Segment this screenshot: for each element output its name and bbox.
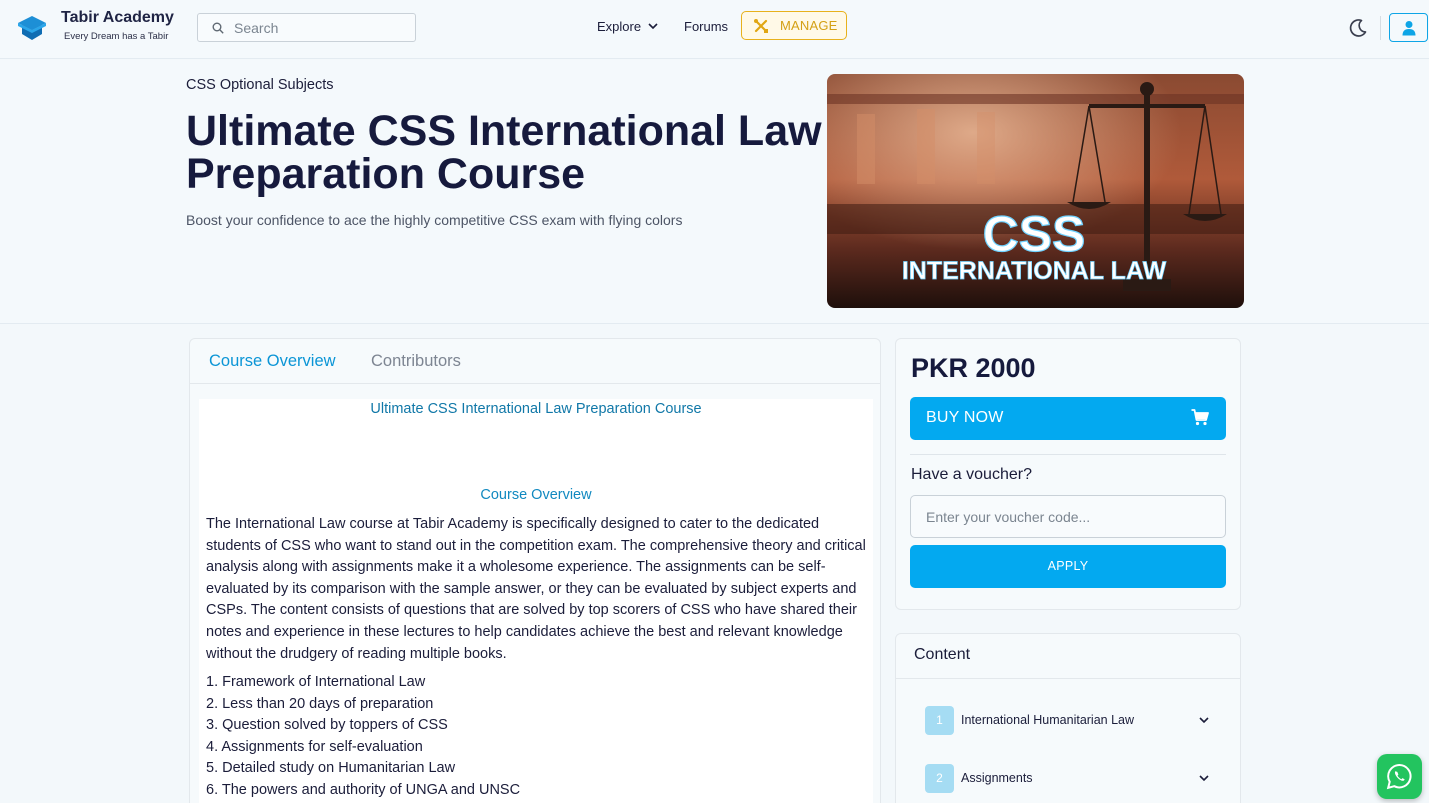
description-section-heading: Course Overview bbox=[480, 487, 592, 503]
purchase-card: PKR 2000 BUY NOW Have a voucher? APPLY bbox=[895, 338, 1241, 610]
banner-text-subject: INTERNATIONAL LAW bbox=[902, 257, 1167, 285]
apply-voucher-button[interactable]: APPLY bbox=[910, 545, 1226, 588]
chevron-down-icon[interactable] bbox=[648, 22, 658, 30]
module-title: International Humanitarian Law bbox=[961, 713, 1135, 727]
chevron-down-icon[interactable] bbox=[1199, 717, 1209, 724]
voucher-code-field[interactable] bbox=[910, 495, 1226, 538]
tab-course-overview[interactable]: Course Overview bbox=[209, 352, 336, 371]
search-box[interactable] bbox=[197, 13, 416, 42]
content-heading: Content bbox=[914, 646, 971, 663]
top-navbar: Tabir Academy Every Dream has a Tabir Ex… bbox=[0, 0, 1429, 59]
course-details-panel: Course Overview Contributors Ultimate CS… bbox=[189, 338, 881, 803]
module-title: Assignments bbox=[961, 771, 1033, 785]
voucher-question: Have a voucher? bbox=[911, 466, 1032, 483]
user-menu-button[interactable] bbox=[1389, 13, 1428, 42]
list-item: 6. The powers and authority of UNGA and … bbox=[206, 781, 521, 798]
tab-contributors[interactable]: Contributors bbox=[371, 352, 461, 371]
cart-icon bbox=[1191, 409, 1209, 426]
manage-label: MANAGE bbox=[780, 18, 838, 33]
module-number-badge: 1 bbox=[925, 706, 954, 735]
content-divider bbox=[896, 678, 1240, 679]
tabs-divider bbox=[190, 383, 880, 384]
list-item: 5. Detailed study on Humanitarian Law bbox=[206, 760, 456, 777]
brand-tagline: Every Dream has a Tabir bbox=[64, 31, 169, 42]
chevron-down-icon[interactable] bbox=[1199, 775, 1209, 782]
header-divider bbox=[1380, 16, 1381, 40]
course-category[interactable]: CSS Optional Subjects bbox=[186, 77, 334, 93]
list-item: 3. Question solved by toppers of CSS bbox=[206, 717, 448, 734]
list-item: 1. Framework of International Law bbox=[206, 674, 426, 690]
brand-name[interactable]: Tabir Academy bbox=[61, 9, 174, 27]
course-description: Ultimate CSS International Law Preparati… bbox=[199, 399, 873, 803]
content-module[interactable]: 2 Assignments bbox=[925, 764, 1215, 794]
list-item: 4. Assignments for self-evaluation bbox=[206, 738, 423, 755]
whatsapp-chat-button[interactable] bbox=[1377, 754, 1422, 799]
course-hero: CSS Optional Subjects Ultimate CSS Inter… bbox=[0, 60, 1429, 324]
whatsapp-icon bbox=[1386, 763, 1412, 790]
list-item: 2. Less than 20 days of preparation bbox=[206, 695, 434, 712]
user-icon bbox=[1402, 21, 1416, 36]
course-content-card: Content 1 International Humanitarian Law… bbox=[895, 633, 1241, 803]
module-number-badge: 2 bbox=[925, 764, 954, 793]
buy-now-label: BUY NOW bbox=[926, 409, 1004, 426]
description-paragraph: The International Law course at Tabir Ac… bbox=[206, 516, 866, 662]
course-subtitle: Boost your confidence to ace the highly … bbox=[186, 212, 683, 228]
nav-explore[interactable]: Explore bbox=[597, 19, 641, 34]
feature-list: 1. Framework of International Law 2. Les… bbox=[206, 672, 868, 802]
graduation-cap-icon[interactable] bbox=[17, 14, 47, 42]
nav-forums[interactable]: Forums bbox=[684, 19, 728, 34]
search-icon bbox=[212, 22, 224, 34]
description-title: Ultimate CSS International Law Preparati… bbox=[370, 401, 702, 417]
course-banner-image: CSS INTERNATIONAL LAW bbox=[827, 74, 1244, 308]
course-price: PKR 2000 bbox=[911, 353, 1036, 383]
content-module[interactable]: 1 International Humanitarian Law bbox=[925, 706, 1215, 736]
search-input[interactable] bbox=[234, 18, 404, 38]
manage-button[interactable]: MANAGE bbox=[741, 11, 847, 40]
course-title: Ultimate CSS International Law Preparati… bbox=[186, 107, 822, 198]
buy-now-button[interactable]: BUY NOW bbox=[910, 397, 1226, 440]
tools-icon bbox=[754, 19, 768, 33]
banner-text-css: CSS bbox=[983, 206, 1086, 262]
moon-icon[interactable] bbox=[1347, 17, 1369, 39]
purchase-divider bbox=[910, 454, 1226, 455]
